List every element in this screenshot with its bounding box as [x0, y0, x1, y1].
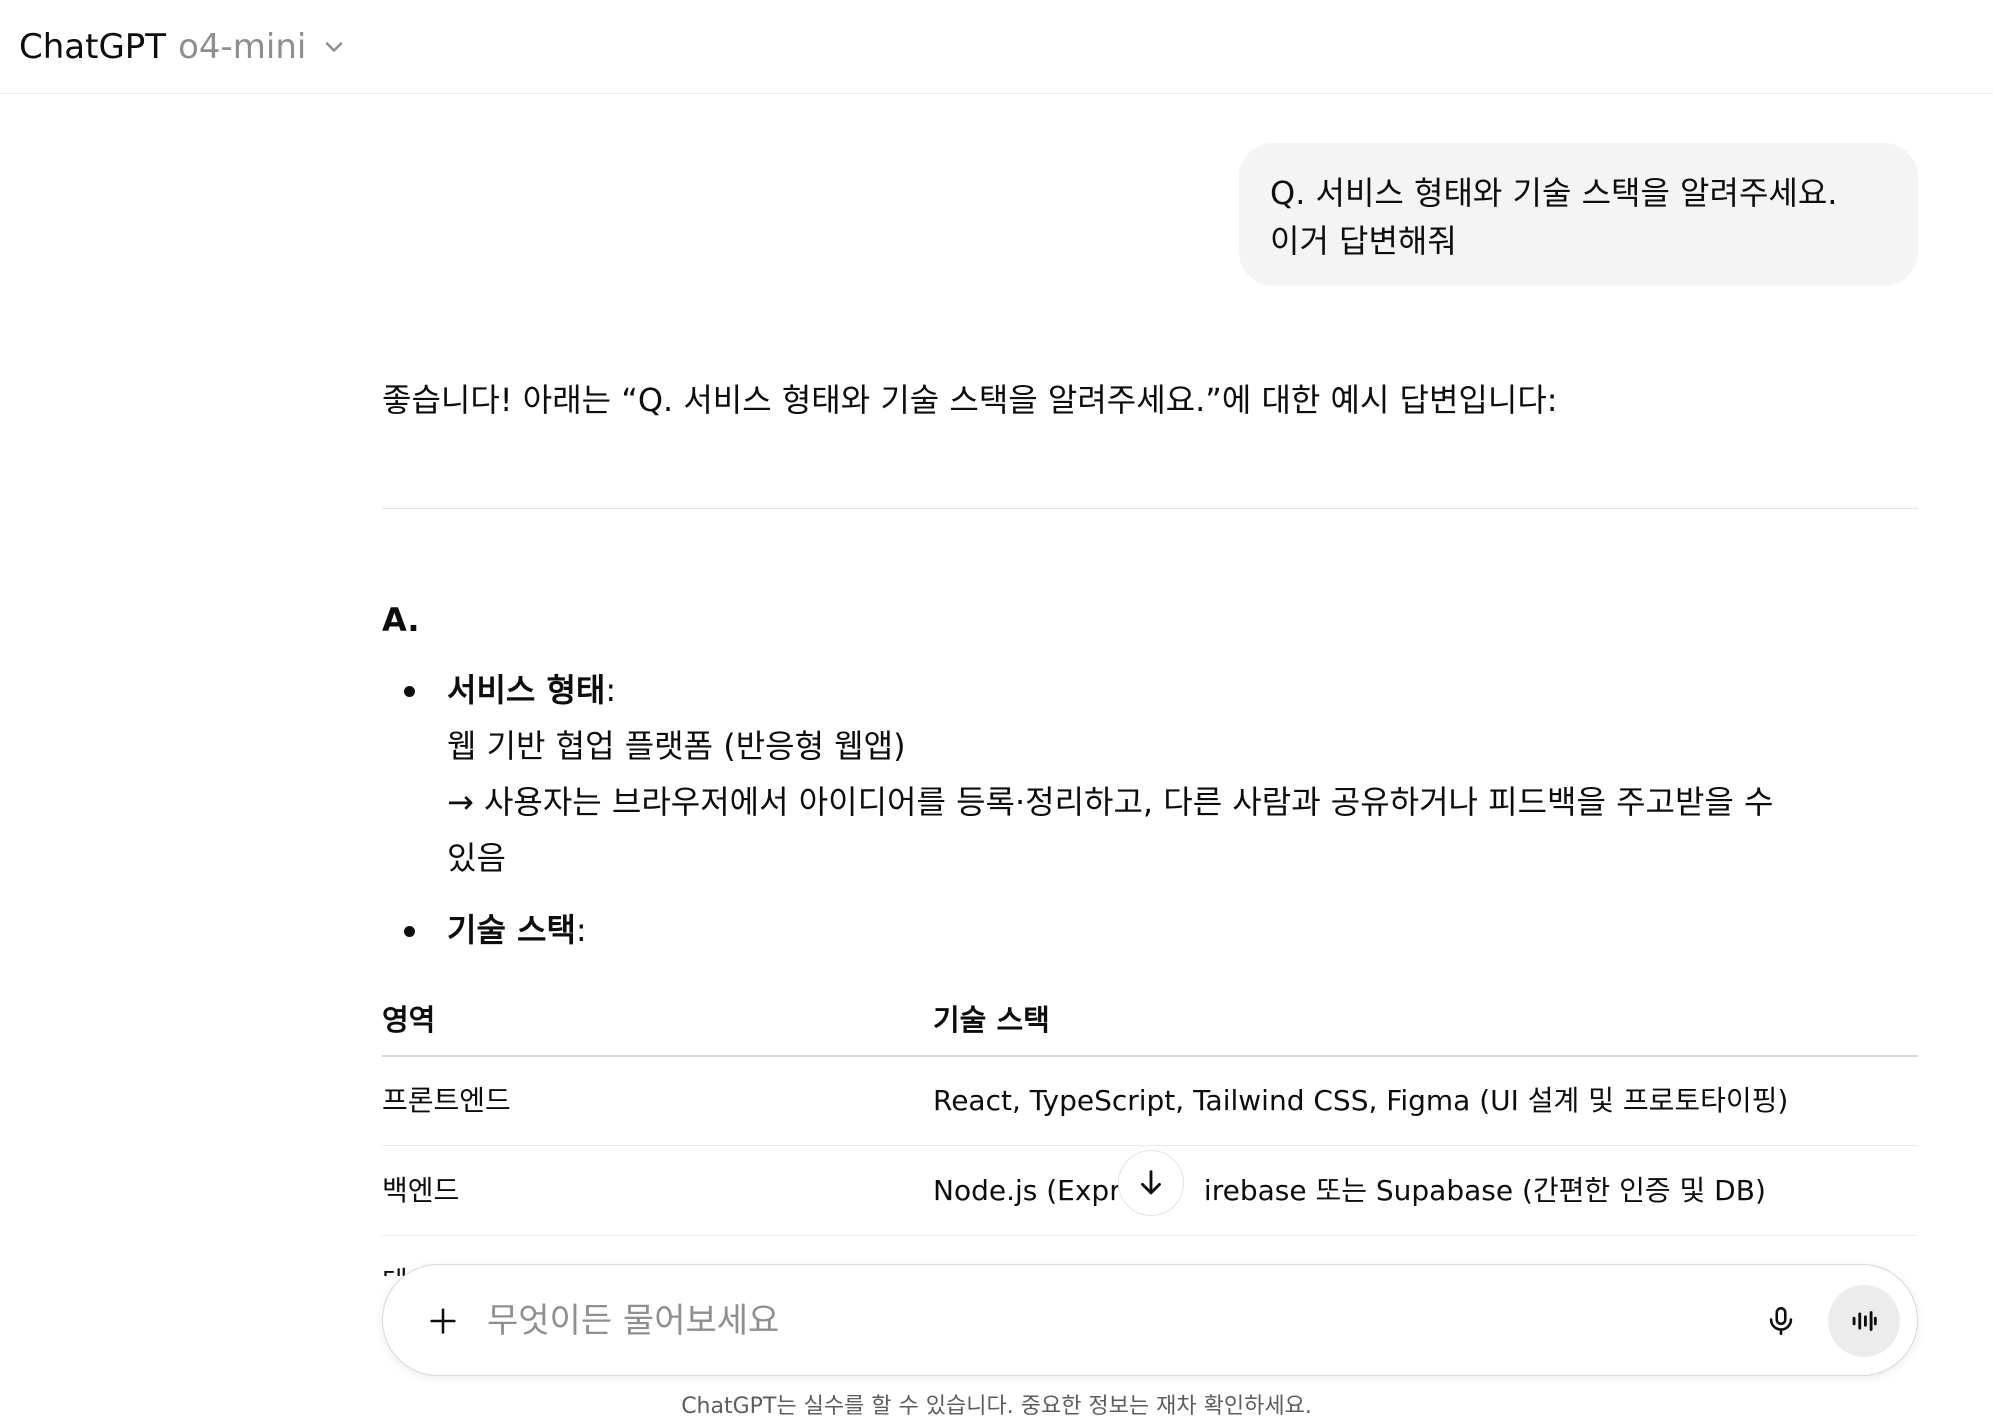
- tech-stack-heading: 기술 스택:: [447, 908, 587, 952]
- bullet-icon: [404, 926, 415, 937]
- dictate-button[interactable]: [1757, 1297, 1805, 1345]
- table-header-area: 영역: [382, 1003, 436, 1037]
- top-bar: ChatGPT o4-mini: [0, 0, 1993, 94]
- user-message-line: 이거 답변해줘: [1270, 222, 1457, 260]
- user-message-bubble: Q. 서비스 형태와 기술 스택을 알려주세요. 이거 답변해줘: [1239, 143, 1918, 286]
- bullet-icon: [404, 686, 415, 697]
- answer-label: A.: [382, 601, 420, 639]
- table-cell: Node.js (Expres irebase 또는 Supabase (간편한 …: [933, 1171, 1766, 1211]
- service-type-detail: → 사용자는 브라우저에서 아이디어를 등록·정리하고, 다른 사람과 공유하거…: [447, 783, 1774, 821]
- service-type-title: 서비스 형태: [447, 671, 606, 709]
- table-cell: 백엔드: [382, 1174, 460, 1207]
- attach-button[interactable]: [419, 1297, 467, 1345]
- divider: [382, 508, 1918, 509]
- table-row-divider: [382, 1145, 1918, 1146]
- table-header-stack: 기술 스택: [933, 1003, 1050, 1037]
- table-cell: 프론트엔드: [382, 1084, 511, 1117]
- voice-waveform-icon: [1847, 1304, 1881, 1338]
- model-name: o4-mini: [178, 26, 307, 67]
- chevron-down-icon: [320, 33, 348, 61]
- disclaimer: ChatGPT는 실수를 할 수 있습니다. 중요한 정보는 재차 확인하세요.: [681, 1394, 1312, 1419]
- microphone-icon: [1764, 1304, 1798, 1338]
- arrow-down-icon: [1134, 1166, 1168, 1200]
- table-row-divider: [382, 1235, 1918, 1236]
- prompt-input[interactable]: [487, 1295, 1647, 1347]
- tech-stack-title: 기술 스택: [447, 911, 576, 949]
- tech-stack-colon: :: [575, 911, 587, 949]
- service-type-desc: 웹 기반 협업 플랫폼 (반응형 웹앱): [447, 727, 906, 765]
- app-name: ChatGPT: [19, 26, 167, 67]
- scroll-to-bottom-button[interactable]: [1118, 1150, 1184, 1216]
- table-cell: React, TypeScript, Tailwind CSS, Figma (…: [933, 1084, 1789, 1117]
- composer: [382, 1264, 1918, 1376]
- model-selector[interactable]: ChatGPT o4-mini: [19, 27, 348, 67]
- table-cell-part: irebase 또는 Supabase (간편한 인증 및 DB): [1203, 1174, 1766, 1207]
- assistant-intro: 좋습니다! 아래는 “Q. 서비스 형태와 기술 스택을 알려주세요.”에 대한…: [382, 381, 1558, 419]
- user-message-line: Q. 서비스 형태와 기술 스택을 알려주세요.: [1270, 174, 1838, 212]
- plus-icon: [426, 1304, 460, 1338]
- table-header-divider: [382, 1055, 1918, 1057]
- service-type-colon: :: [605, 671, 617, 709]
- service-type-heading: 서비스 형태:: [447, 668, 616, 712]
- voice-mode-button[interactable]: [1828, 1285, 1900, 1357]
- service-type-detail-cont: 있음: [447, 839, 506, 877]
